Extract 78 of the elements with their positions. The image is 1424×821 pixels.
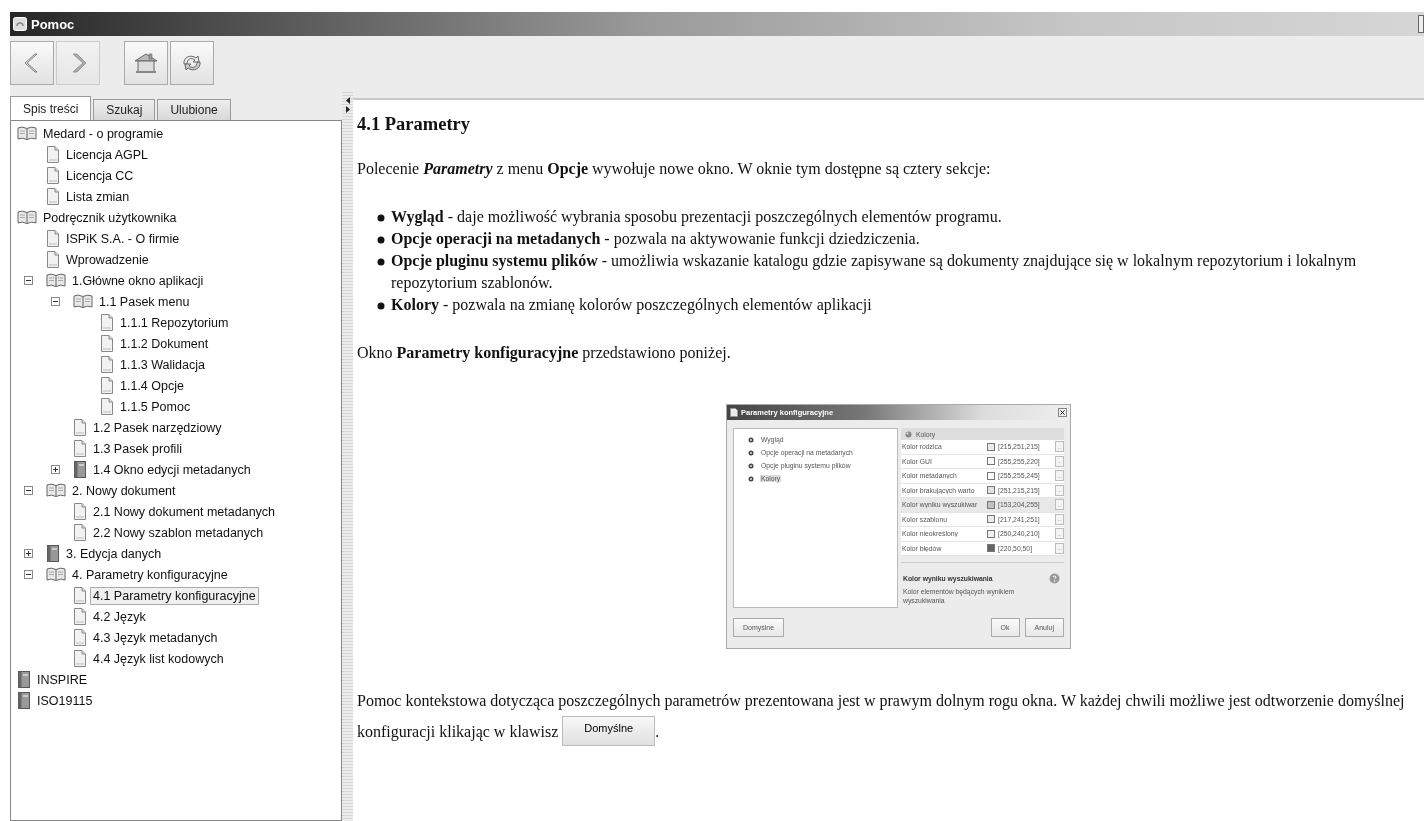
tree-item[interactable]: 2.2 Nowy szablon metadanych (90, 523, 267, 542)
tree-item[interactable]: 1.1.5 Pomoc (117, 397, 194, 416)
paragraph: Polecenie Parametry z menu Opcje wywołuje nowe okno. W oknie tym dostępne są cztery sekcje: (357, 160, 992, 178)
list-item-text: Opcje operacji na metadanych - pozwala na aktywowanie funkcji dziedziczenia. (391, 229, 920, 250)
bullet-icon (377, 214, 385, 222)
default-button[interactable]: Domyślne (562, 716, 656, 747)
list-item-text: Opcje pluginu systemu plików - umożliwia wskazanie katalogu gdzie zapisywane są dokumenty znajdujące się w lokalnym repozytorium i lokalnym repozytorium szablonów. (391, 251, 1358, 294)
tree-item[interactable]: 4.4 Język list kodowych (90, 649, 227, 668)
close-button[interactable] (1418, 15, 1424, 33)
tree-item[interactable]: 1.3 Pasek profili (90, 439, 185, 458)
page-icon (46, 251, 60, 268)
page-heading: 4.1 Parametry (357, 114, 471, 135)
tree-item[interactable]: 2. Nowy dokument (69, 481, 179, 500)
page-icon (73, 608, 87, 625)
page-icon (73, 503, 87, 520)
tree-item[interactable]: 2.1 Nowy dokument metadanych (90, 502, 279, 521)
tree-item[interactable]: INSPIRE (34, 670, 90, 689)
tree-item[interactable]: 1.2 Pasek narzędziowy (90, 418, 225, 437)
page-icon (46, 146, 60, 163)
tree-item[interactable]: 3. Edycja danych (63, 544, 165, 563)
window-title: Pomoc (31, 16, 75, 32)
page-icon (73, 629, 87, 646)
home-icon (133, 51, 159, 75)
page-icon (100, 335, 114, 352)
tree-item[interactable]: 4. Parametry konfiguracyjne (69, 565, 231, 584)
tree-item[interactable]: Licencja CC (63, 166, 137, 185)
page-icon (46, 188, 60, 205)
page-icon (100, 377, 114, 394)
bullet-icon (377, 258, 385, 266)
list-item-text: Kolory - pozwala na zmianę kolorów poszczególnych elementów aplikacji (391, 295, 872, 316)
paragraph: Pomoc kontekstowa dotycząca poszczególnych parametrów prezentowana jest w prawym dolnym rogu okna. W każdej chwili możliwe jest odtworzenie domyślnej konfiguracji klikając w klawisz Domyślne . (357, 685, 1420, 747)
tree-item[interactable]: 1.1.4 Opcje (117, 376, 187, 395)
tree-item[interactable]: Podręcznik użytkownika (40, 208, 180, 227)
tree-item[interactable]: ISPiK S.A. - O firmie (63, 229, 183, 248)
home-button[interactable] (124, 41, 168, 85)
tree-item[interactable]: 1.Główne okno aplikacji (69, 271, 207, 290)
page-icon (73, 524, 87, 541)
tree-item[interactable]: Licencja AGPL (63, 145, 151, 164)
tree-item[interactable]: 1.1.3 Walidacja (117, 355, 208, 374)
page-icon (100, 356, 114, 373)
window-icon (13, 17, 27, 31)
close-icon (1058, 408, 1067, 417)
tree-item[interactable]: ISO19115 (34, 691, 96, 710)
tab[interactable]: Szukaj (93, 99, 156, 120)
tree-item[interactable]: 1.1 Pasek menu (96, 292, 193, 311)
page-icon (73, 419, 87, 436)
tab[interactable]: Spis treści (10, 96, 92, 120)
page-icon (100, 398, 114, 415)
page-icon (46, 167, 60, 184)
page-icon (73, 587, 87, 604)
tree-item[interactable]: Medard - o programie (40, 124, 167, 143)
refresh-button[interactable] (170, 41, 214, 85)
page-icon (46, 230, 60, 247)
collapse-arrows-icon[interactable] (344, 96, 351, 114)
collapse-toggle[interactable] (24, 570, 33, 579)
tree-item[interactable]: 4.3 Język metadanych (90, 628, 221, 647)
page-icon (73, 440, 87, 457)
list-item-text: Wygląd - daje możliwość wybrania sposobu prezentacji poszczególnych elementów programu. (391, 207, 1002, 228)
paragraph: Okno Parametry konfiguracyjne przedstawiono poniżej. (357, 344, 732, 362)
tree-item[interactable]: Wprowadzenie (63, 250, 152, 269)
tree-item[interactable]: 1.1.1 Repozytorium (117, 313, 232, 332)
collapse-toggle[interactable] (51, 297, 60, 306)
tree-item[interactable]: 4.1 Parametry konfiguracyjne (90, 586, 259, 605)
expand-toggle[interactable] (51, 465, 60, 474)
tree-item[interactable]: Lista zmian (63, 187, 133, 206)
bullet-icon (377, 236, 385, 244)
collapse-toggle[interactable] (24, 276, 33, 285)
page-icon (73, 650, 87, 667)
dialog-icon (730, 408, 738, 417)
collapse-toggle[interactable] (24, 486, 33, 495)
bullet-icon (377, 302, 385, 310)
expand-toggle[interactable] (24, 549, 33, 558)
page-icon (100, 314, 114, 331)
palette-icon (905, 430, 912, 438)
tree-item[interactable]: 1.4 Okno edycji metadanych (90, 460, 254, 479)
tree-item[interactable]: 1.1.2 Dokument (117, 334, 212, 353)
tree-item[interactable]: 4.2 Język (90, 607, 149, 626)
tab[interactable]: Ulubione (157, 99, 231, 120)
